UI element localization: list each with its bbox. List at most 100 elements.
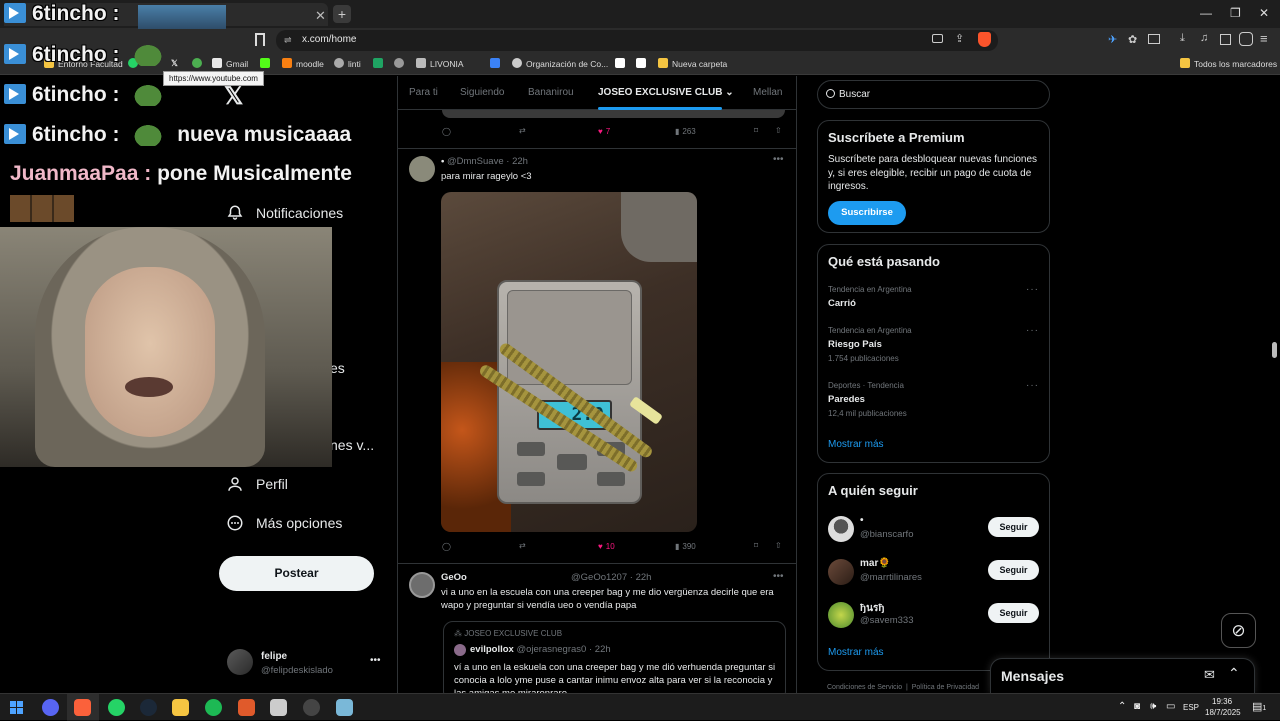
post-button[interactable]: Postear — [219, 556, 374, 591]
trend-more-icon[interactable]: ··· — [1026, 325, 1039, 336]
whatsapp-icon[interactable] — [108, 699, 125, 716]
nav-more[interactable]: Más opciones — [226, 514, 342, 532]
trend-item[interactable]: Tendencia en Argentina Carrió ··· — [818, 279, 1049, 321]
bookmark-icon[interactable]: ⌑ — [754, 126, 758, 135]
language-indicator[interactable]: ESP — [1183, 703, 1199, 712]
follow-suggestion[interactable]: ђนรђ @savem333 Seguir — [818, 598, 1049, 634]
cast-icon[interactable] — [932, 34, 943, 43]
menu-icon[interactable]: ≡ — [1260, 31, 1268, 46]
minimize-icon[interactable]: — — [1200, 6, 1212, 20]
repost-button[interactable]: ⇄ — [519, 541, 526, 550]
post-time[interactable]: 22h — [636, 572, 652, 583]
like-button[interactable]: ♥ 10 — [598, 542, 615, 551]
restore-icon[interactable]: ❐ — [1230, 6, 1241, 20]
post-author-name[interactable]: GeOo — [441, 572, 467, 583]
windows-start-icon[interactable] — [8, 699, 25, 716]
clock-time[interactable]: 19:36 — [1212, 697, 1232, 706]
post-more-icon[interactable]: ••• — [773, 154, 784, 165]
bookmark-organizacion[interactable]: Organización de Co... — [512, 58, 608, 69]
bookmark-r1[interactable] — [615, 58, 629, 69]
nav-partial-label[interactable]: es — [330, 360, 345, 376]
translate-icon[interactable]: ✈ — [1108, 33, 1117, 46]
share-icon[interactable]: ⇧ — [775, 541, 782, 550]
close-window-icon[interactable]: ✕ — [1259, 6, 1269, 20]
app-icon[interactable] — [336, 699, 353, 716]
tab-joseo-club[interactable]: JOSEO EXCLUSIVE CLUB ⌄ — [598, 87, 734, 98]
views-button[interactable]: ▮ 390 — [675, 542, 696, 551]
post-author-name[interactable]: • — [441, 156, 444, 167]
messages-drawer[interactable]: Mensajes ✉ ⌃ — [990, 658, 1255, 693]
share-icon[interactable]: ⇪ — [955, 32, 964, 45]
avatar[interactable] — [227, 649, 253, 675]
steam-icon[interactable] — [140, 699, 157, 716]
reply-button[interactable]: ◯ — [442, 127, 451, 136]
account-name[interactable]: felipe — [261, 651, 287, 662]
repost-button[interactable]: ⇄ — [519, 126, 526, 135]
notifications-icon[interactable]: ▤1 — [1252, 700, 1266, 713]
nav-partial-label[interactable]: nes v... — [330, 437, 374, 453]
tray-app-icon[interactable]: ◙ — [1134, 701, 1140, 712]
wallet-icon[interactable] — [1220, 34, 1231, 45]
grok-icon[interactable]: ⊘ — [1221, 613, 1256, 648]
chevron-up-icon[interactable]: ⌃ — [1228, 665, 1240, 682]
bookmark-blue[interactable] — [490, 58, 504, 69]
trend-item[interactable]: Tendencia en Argentina Riesgo País 1.754… — [818, 320, 1049, 370]
trend-more-icon[interactable]: ··· — [1026, 284, 1039, 295]
obs-icon[interactable] — [303, 699, 320, 716]
brave-shield-icon[interactable] — [978, 32, 991, 47]
app-icon[interactable] — [270, 699, 287, 716]
discord-icon[interactable] — [42, 699, 59, 716]
volume-icon[interactable]: 🕪 — [1150, 701, 1156, 712]
follow-suggestion[interactable]: • @bianscarfo Seguir — [818, 512, 1049, 548]
bookmark-r2[interactable] — [636, 58, 650, 69]
tab-para-ti[interactable]: Para ti — [409, 87, 438, 98]
app-icon[interactable] — [238, 699, 255, 716]
follow-button[interactable]: Seguir — [988, 560, 1039, 580]
follow-button[interactable]: Seguir — [988, 603, 1039, 623]
footer-link[interactable]: Condiciones de Servicio — [827, 684, 902, 691]
follow-show-more[interactable]: Mostrar más — [828, 647, 884, 658]
like-button[interactable]: ♥ 7 — [598, 127, 610, 136]
bookmark-folder[interactable]: Nueva carpeta — [658, 58, 727, 69]
share-icon[interactable]: ⇧ — [775, 126, 782, 135]
extensions-icon[interactable]: ✿ — [1128, 33, 1137, 46]
footer-link[interactable]: Política de Privacidad — [912, 684, 979, 691]
trends-show-more[interactable]: Mostrar más — [828, 439, 884, 450]
account-more-icon[interactable]: ••• — [370, 655, 381, 666]
account-handle[interactable]: @felipdeskislado — [261, 665, 333, 676]
follow-button[interactable]: Seguir — [988, 517, 1039, 537]
vpn-icon[interactable] — [1239, 32, 1253, 46]
quoted-post[interactable]: ⁂ JOSEO EXCLUSIVE CLUB evilpollox @ojera… — [443, 621, 786, 693]
search-input[interactable]: Buscar — [817, 80, 1050, 109]
reply-button[interactable]: ◯ — [442, 542, 451, 551]
tab-mellan[interactable]: Mellan — [753, 87, 782, 98]
trend-more-icon[interactable]: ··· — [1026, 380, 1039, 391]
clock-date[interactable]: 18/7/2025 — [1205, 708, 1241, 717]
trend-item[interactable]: Deportes · Tendencia Paredes 12,4 mil pu… — [818, 375, 1049, 425]
post-image[interactable]: 2.0 — [441, 192, 697, 532]
all-bookmarks[interactable]: Todos los marcadores — [1180, 58, 1277, 69]
scrollbar-thumb[interactable] — [1272, 342, 1277, 358]
new-message-icon[interactable]: ✉ — [1204, 667, 1215, 683]
downloads-icon[interactable]: ⤓ — [1180, 32, 1185, 45]
tray-expand-icon[interactable]: ⌃ — [1118, 701, 1126, 712]
post-image[interactable] — [442, 110, 785, 118]
spotify-icon[interactable] — [205, 699, 222, 716]
post-author-handle[interactable]: @GeOo1207 — [571, 572, 627, 583]
folder-icon[interactable] — [172, 699, 189, 716]
post-time[interactable]: 22h — [512, 156, 528, 167]
tab-siguiendo[interactable]: Siguiendo — [460, 87, 504, 98]
avatar[interactable] — [409, 156, 435, 182]
sidebar-icon[interactable] — [1148, 34, 1160, 44]
follow-suggestion[interactable]: mar🌻 @marrtilinares Seguir — [818, 555, 1049, 591]
nav-profile[interactable]: Perfil — [226, 475, 288, 493]
network-icon[interactable]: ▭ — [1166, 701, 1175, 712]
bookmark-livonia[interactable]: LIVONIA — [416, 58, 464, 69]
views-button[interactable]: ▮ 263 — [675, 127, 696, 136]
post-more-icon[interactable]: ••• — [773, 571, 784, 582]
post-author-handle[interactable]: @DmnSuave — [447, 156, 504, 167]
media-icon[interactable]: ♫ — [1200, 32, 1208, 44]
tab-bananirou[interactable]: Bananirou — [528, 87, 574, 98]
bookmark-icon[interactable]: ⌑ — [754, 541, 758, 550]
subscribe-button[interactable]: Suscribirse — [828, 201, 906, 225]
